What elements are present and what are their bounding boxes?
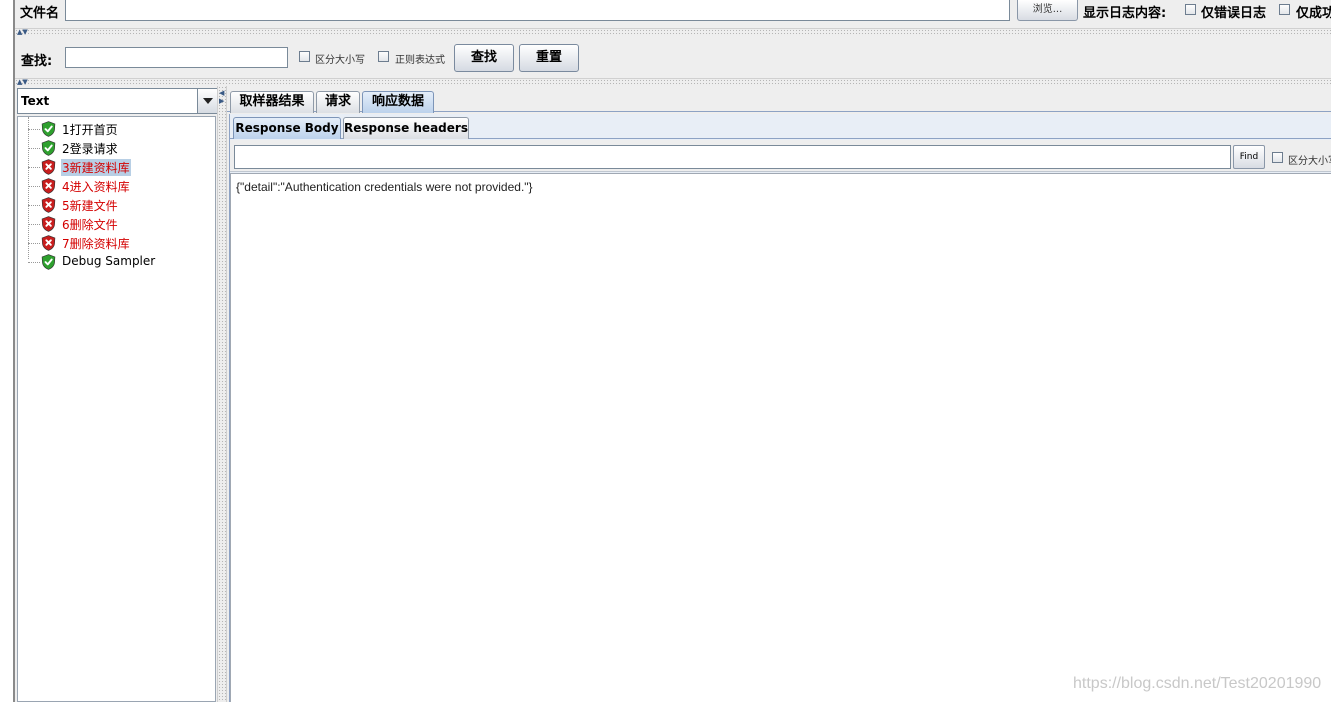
response-subtabbar: Response Body Response headers <box>230 114 1331 139</box>
tree-item-label: 2登录请求 <box>62 142 118 156</box>
find-button[interactable]: 查找 <box>454 44 514 72</box>
case-sensitive-label: 区分大小写 <box>315 55 365 66</box>
case-sensitive-checkbox[interactable] <box>299 51 310 62</box>
tab-sampler-result[interactable]: 取样器结果 <box>230 91 314 113</box>
shield-check-icon <box>41 140 56 159</box>
tab-response-data[interactable]: 响应数据 <box>362 91 434 113</box>
shield-x-icon <box>41 216 56 235</box>
tree-connector <box>28 148 40 149</box>
tab-request[interactable]: 请求 <box>316 91 360 113</box>
search-row: 查找: 区分大小写 正则表达式 查找 重置 <box>15 36 1331 78</box>
tree-item-label: 6删除文件 <box>62 218 118 232</box>
tree-item-label: 4进入资料库 <box>62 180 130 194</box>
collapse-arrows-icon[interactable]: ▲▼ <box>17 29 28 36</box>
response-body-text: {"detail":"Authentication credentials we… <box>236 180 533 194</box>
sampler-tree: 1打开首页 2登录请求 3新建资料库 4进入资料库 5新建文件 6删除文件 7删除资料库 De… <box>17 116 216 702</box>
browse-button[interactable]: 浏览... <box>1017 0 1078 21</box>
tree-connector <box>28 186 40 187</box>
response-find-button[interactable]: Find <box>1233 145 1265 169</box>
tab-response-body[interactable]: Response Body <box>233 117 341 139</box>
main-tabbar: 取样器结果 请求 响应数据 <box>227 88 1331 113</box>
tree-connector <box>28 205 40 206</box>
success-only-checkbox[interactable] <box>1279 4 1290 15</box>
vertical-splitter[interactable]: ◀ ▶ <box>217 86 227 702</box>
shield-x-icon <box>41 197 56 216</box>
results-tree-panel: Text 1打开首页 2登录请求 3新建资料库 4进入资料库 5新建文件 6删除文件 7删除… <box>15 86 220 702</box>
log-display-label: 显示日志内容: <box>1083 6 1167 21</box>
reset-button[interactable]: 重置 <box>519 44 579 72</box>
success-only-label: 仅成功 <box>1296 6 1331 21</box>
top-divider[interactable]: ▲▼ <box>15 28 1331 36</box>
regex-checkbox[interactable] <box>378 51 389 62</box>
response-data-panel: Response Body Response headers Find 区分大小… <box>229 114 1331 702</box>
tab-response-headers[interactable]: Response headers <box>343 117 469 139</box>
errors-only-checkbox[interactable] <box>1185 4 1196 15</box>
file-name-label: 文件名 <box>20 6 60 21</box>
shield-check-icon <box>41 121 56 140</box>
shield-check-icon <box>41 254 56 273</box>
tree-connector <box>28 243 40 244</box>
tree-item-label: 5新建文件 <box>62 199 118 213</box>
collapse-arrows-icon[interactable]: ▲▼ <box>17 79 28 86</box>
tree-item-label: 7删除资料库 <box>62 237 130 251</box>
response-body-area[interactable]: {"detail":"Authentication credentials we… <box>230 173 1331 702</box>
tree-connector <box>28 129 40 130</box>
tree-connector <box>28 224 40 225</box>
errors-only-label: 仅错误日志 <box>1201 6 1267 21</box>
renderer-select-value: Text <box>21 94 50 108</box>
tree-connector <box>28 262 40 263</box>
search-input[interactable] <box>65 47 288 68</box>
shield-x-icon <box>41 235 56 254</box>
tree-connector <box>28 117 29 259</box>
result-detail-panel: 取样器结果 请求 响应数据 Response Body Response hea… <box>227 86 1331 702</box>
file-name-input[interactable] <box>65 0 1010 21</box>
response-search-row: Find 区分大小写 <box>230 140 1331 172</box>
chevron-down-icon[interactable] <box>197 89 217 113</box>
shield-x-icon <box>41 159 56 178</box>
search-divider[interactable]: ▲▼ <box>15 78 1331 86</box>
shield-x-icon <box>41 178 56 197</box>
response-case-checkbox[interactable] <box>1272 152 1283 163</box>
splitter-arrows-icon[interactable]: ◀ ▶ <box>219 89 224 105</box>
renderer-select[interactable]: Text <box>17 88 218 114</box>
tree-connector <box>28 167 40 168</box>
window-edge <box>0 0 15 702</box>
regex-label: 正则表达式 <box>395 55 445 66</box>
tree-item-label: 1打开首页 <box>62 123 118 137</box>
tree-item-label: Debug Sampler <box>62 254 156 268</box>
tree-item-label: 3新建资料库 <box>61 159 131 176</box>
search-label: 查找: <box>21 54 53 69</box>
watermark-text: https://blog.csdn.net/Test20201990 <box>1073 675 1322 692</box>
file-row: 文件名 浏览... 显示日志内容: 仅错误日志 仅成功 <box>15 0 1331 28</box>
response-search-input[interactable] <box>234 145 1231 169</box>
response-case-label: 区分大小写 <box>1288 156 1331 167</box>
